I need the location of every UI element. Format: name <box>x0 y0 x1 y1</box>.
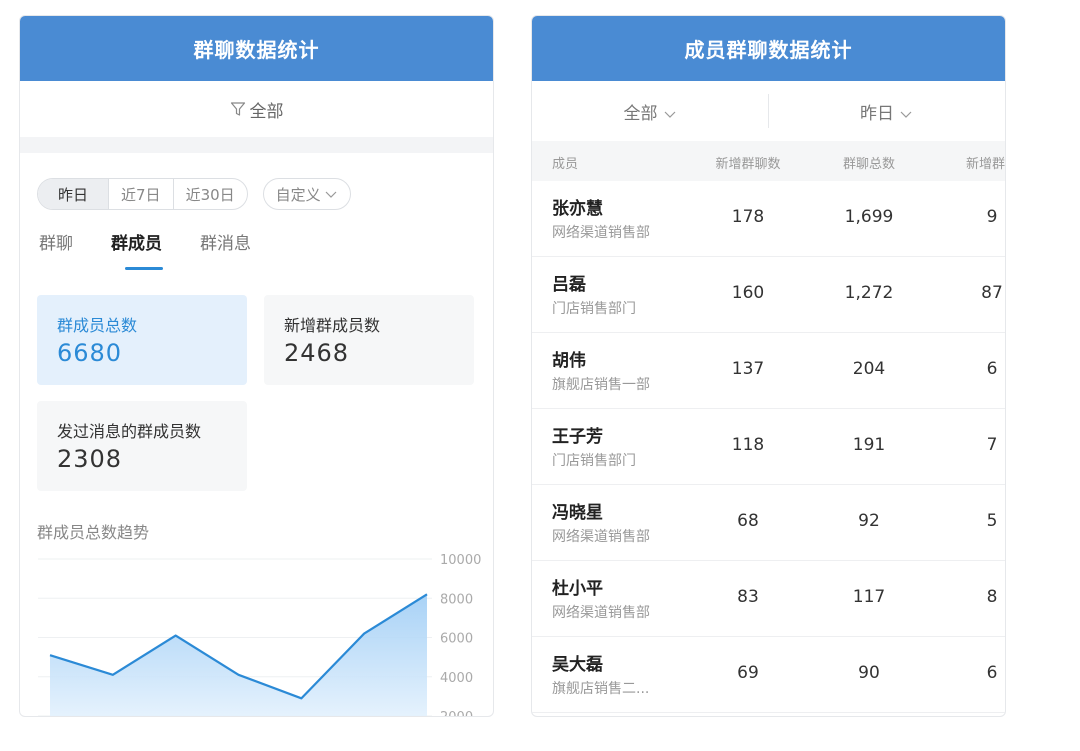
y-tick-label: 6000 <box>440 632 473 647</box>
member-name: 王子芳 <box>552 427 603 447</box>
stat-value: 2308 <box>57 445 123 473</box>
chevron-down-icon <box>901 111 912 118</box>
member-name: 张亦慧 <box>552 199 603 219</box>
tab-groups[interactable]: 群聊 <box>39 229 73 254</box>
total-groups-cell: 92 <box>858 511 880 531</box>
new-members-cell: 9 <box>986 207 998 227</box>
tab-bar: 群聊 群成员 群消息 <box>39 229 289 254</box>
total-groups-cell: 204 <box>852 359 886 379</box>
page-title: 成员群聊数据统计 <box>532 16 1005 81</box>
total-groups-cell: 117 <box>852 587 886 607</box>
filter-bar: 全部 昨日 <box>532 81 1005 141</box>
new-groups-cell: 178 <box>731 207 765 227</box>
y-tick-label: 8000 <box>440 592 473 607</box>
member-department: 旗舰店销售二... <box>552 681 650 697</box>
scope-dropdown-label: 全部 <box>623 103 658 124</box>
member-name: 杜小平 <box>552 579 603 599</box>
stat-value: 6680 <box>57 339 123 367</box>
new-members-cell: 7 <box>986 435 998 455</box>
table-row[interactable]: 张亦慧网络渠道销售部 178 1,699 9 <box>532 181 1005 257</box>
filter-label: 全部 <box>249 101 284 122</box>
column-header-member[interactable]: 成员 <box>552 153 578 172</box>
filter-button[interactable]: 全部 <box>20 81 493 137</box>
column-header-total-groups[interactable]: 群聊总数 <box>843 153 895 172</box>
total-groups-cell: 1,699 <box>844 207 894 227</box>
new-members-cell: 6 <box>986 663 998 683</box>
stat-label: 群成员总数 <box>57 316 138 335</box>
table-row[interactable]: 王子芳门店销售部门 118 191 7 <box>532 409 1005 485</box>
active-tab-indicator <box>125 267 163 270</box>
column-header-new-groups[interactable]: 新增群聊数 <box>715 153 780 172</box>
member-name: 吴大磊 <box>552 655 603 675</box>
total-groups-cell: 90 <box>858 663 880 683</box>
y-tick-label: 10000 <box>440 553 481 568</box>
time-range-segment: 昨日 近7日 近30日 <box>37 178 248 210</box>
new-members-cell: 6 <box>986 359 998 379</box>
trend-chart-title: 群成员总数趋势 <box>37 523 150 542</box>
group-stats-panel: 群聊数据统计 全部 昨日 近7日 近30日 自定义 群聊 群成员 群消息 群成员… <box>19 15 494 717</box>
total-groups-cell: 1,272 <box>844 283 894 303</box>
new-groups-cell: 137 <box>731 359 765 379</box>
member-table-body: 张亦慧 网络渠道销售部 178 1,699 9 吕磊 门店销售部门 160 1,272 87 胡伟旗… <box>532 181 1005 713</box>
stat-label: 发过消息的群成员数 <box>57 422 202 441</box>
new-members-cell: 8 <box>986 587 998 607</box>
series-area <box>50 594 427 716</box>
stat-card-active-members[interactable]: 发过消息的群成员数 2308 <box>37 401 247 491</box>
member-department: 门店销售部门 <box>552 301 636 317</box>
y-tick-label: 2000 <box>440 710 473 717</box>
chevron-down-icon <box>325 191 337 198</box>
date-dropdown-label: 昨日 <box>860 103 895 124</box>
member-department: 网络渠道销售部 <box>552 605 650 621</box>
custom-range-button[interactable]: 自定义 <box>262 178 351 210</box>
new-members-cell: 87 <box>981 283 1003 303</box>
date-dropdown[interactable]: 昨日 <box>769 99 1006 124</box>
filter-icon <box>230 102 245 116</box>
member-department: 门店销售部门 <box>552 453 636 469</box>
tab-group-messages[interactable]: 群消息 <box>200 229 251 254</box>
table-row[interactable]: 胡伟旗舰店销售一部 137 204 6 <box>532 333 1005 409</box>
new-groups-cell: 83 <box>737 587 759 607</box>
member-name: 冯晓星 <box>552 503 603 523</box>
chevron-down-icon <box>664 111 676 118</box>
member-department: 旗舰店销售一部 <box>552 377 650 393</box>
stat-card-new-members[interactable]: 新增群成员数 2468 <box>264 295 474 385</box>
column-header-new-members[interactable]: 新增群 <box>966 153 1005 172</box>
table-row[interactable]: 杜小平网络渠道销售部 83 117 8 <box>532 561 1005 637</box>
member-department: 网络渠道销售部 <box>552 225 650 241</box>
scope-dropdown[interactable]: 全部 <box>532 99 769 124</box>
total-groups-cell: 191 <box>852 435 886 455</box>
member-trend-chart: 10000 8000 6000 4000 2000 <box>38 553 481 717</box>
table-row[interactable]: 吕磊门店销售部门 160 1,272 87 <box>532 257 1005 333</box>
segment-30-days[interactable]: 近30日 <box>172 179 247 209</box>
segment-7-days[interactable]: 近7日 <box>108 179 173 209</box>
stat-card-total-members[interactable]: 群成员总数 6680 <box>37 295 247 385</box>
member-group-stats-panel: 成员群聊数据统计 全部 昨日 成员 新增群聊数 群聊总数 新增群 张亦慧网络渠道… <box>531 15 1006 717</box>
custom-range-label: 自定义 <box>275 185 321 204</box>
stat-value: 2468 <box>284 339 350 367</box>
tab-group-members[interactable]: 群成员 <box>111 229 162 254</box>
stat-label: 新增群成员数 <box>284 316 381 335</box>
table-header: 成员 新增群聊数 群聊总数 新增群 <box>532 141 1005 181</box>
new-groups-cell: 69 <box>737 663 759 683</box>
member-department: 网络渠道销售部 <box>552 529 650 545</box>
y-tick-label: 4000 <box>440 671 473 686</box>
section-divider <box>20 137 493 153</box>
segment-yesterday[interactable]: 昨日 <box>38 179 109 209</box>
table-row[interactable]: 吴大磊旗舰店销售二... 69 90 6 <box>532 637 1005 713</box>
member-name: 吕磊 <box>552 275 586 295</box>
page-title: 群聊数据统计 <box>20 16 493 81</box>
table-row[interactable]: 冯晓星网络渠道销售部 68 92 5 <box>532 485 1005 561</box>
new-groups-cell: 160 <box>731 283 765 303</box>
divider <box>768 94 769 128</box>
new-members-cell: 5 <box>986 511 998 531</box>
new-groups-cell: 68 <box>737 511 759 531</box>
member-name: 胡伟 <box>552 351 586 371</box>
new-groups-cell: 118 <box>731 435 765 455</box>
